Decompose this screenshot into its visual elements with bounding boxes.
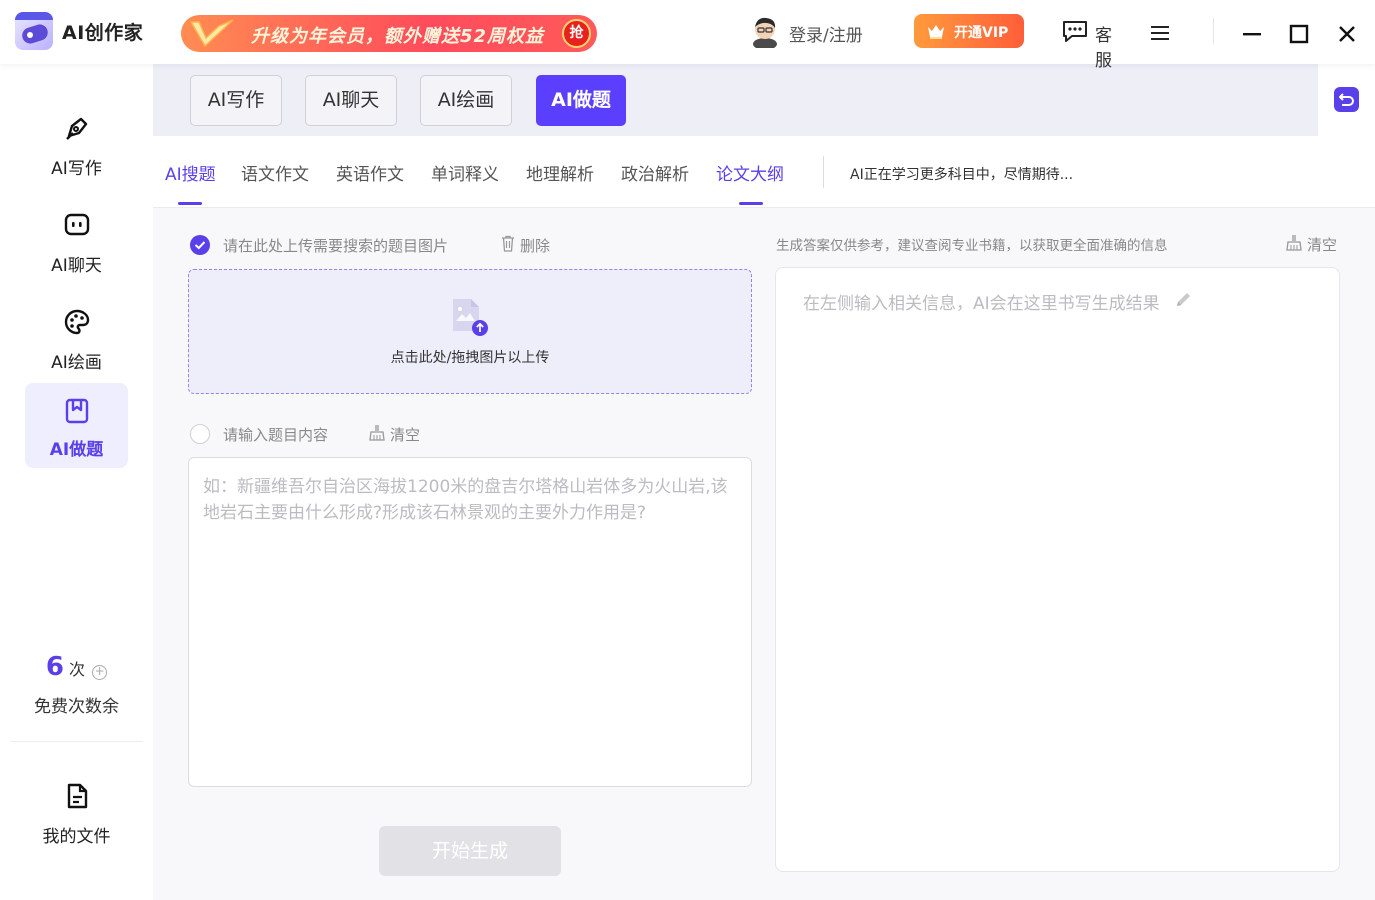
free-count-unit: 次 — [69, 660, 86, 679]
maximize-icon[interactable] — [1287, 22, 1311, 46]
start-generate-button[interactable]: 开始生成 — [379, 826, 561, 876]
result-panel — [775, 267, 1340, 872]
close-icon[interactable] — [1335, 22, 1359, 46]
tab-ai-questions[interactable]: AI做题 — [536, 75, 626, 126]
subtab-chinese-essay[interactable]: 语文作文 — [241, 160, 309, 185]
title-bar: AI创作家 升级为年会员，额外赠送52周权益 抢 登录/注册 开通VIP 客服 — [0, 0, 1375, 71]
broom-icon[interactable] — [1286, 234, 1302, 251]
trash-icon[interactable] — [500, 235, 516, 252]
free-count: 6 次 + — [0, 652, 153, 682]
subtab-ai-search[interactable]: AI搜题 — [165, 160, 216, 185]
tab-ai-painting[interactable]: AI绘画 — [420, 75, 512, 126]
free-count-number: 6 — [45, 652, 64, 682]
sidebar-item-ai-painting[interactable]: AI绘画 — [25, 290, 128, 375]
upload-label: 请在此处上传需要搜索的题目图片 — [223, 237, 449, 255]
hamburger-menu-icon[interactable] — [1150, 24, 1170, 42]
subtab-divider — [823, 156, 824, 188]
chat-bubble-icon — [64, 213, 90, 236]
tab-ai-chat[interactable]: AI聊天 — [305, 75, 397, 126]
text-mode-radio[interactable] — [190, 424, 210, 444]
result-disclaimer: 生成答案仅供参考，建议查阅专业书籍，以获取更全面准确的信息 — [776, 238, 1168, 254]
left-sidebar: AI写作 AI聊天 AI绘画 AI做题 6 次 + 免费次数余 我的文件 — [0, 64, 153, 900]
subtab-active-indicator — [739, 202, 763, 205]
open-vip-button[interactable]: 开通VIP — [914, 14, 1024, 48]
pencil-icon — [1177, 293, 1190, 306]
tab-ai-writing[interactable]: AI写作 — [190, 75, 282, 126]
upload-mode-radio[interactable] — [190, 235, 210, 255]
v-logo-icon — [189, 19, 234, 48]
sidebar-item-ai-writing[interactable]: AI写作 — [25, 96, 128, 181]
sidebar-item-label: AI聊天 — [51, 256, 102, 276]
upload-hint: 点击此处/拖拽图片以上传 — [390, 350, 550, 366]
clear-input-button[interactable]: 清空 — [390, 424, 420, 445]
question-textarea[interactable] — [188, 457, 752, 787]
free-count-label: 免费次数余 — [34, 697, 119, 717]
back-arrow-icon[interactable] — [1334, 87, 1359, 112]
minimize-icon[interactable] — [1240, 22, 1264, 46]
login-register-link[interactable]: 登录/注册 — [789, 21, 863, 46]
add-count-icon[interactable]: + — [92, 665, 108, 680]
user-avatar-icon[interactable] — [751, 16, 779, 48]
subtab-english-essay[interactable]: 英语作文 — [336, 160, 404, 185]
sidebar-item-label: AI做题 — [49, 440, 104, 460]
promo-banner[interactable]: 升级为年会员，额外赠送52周权益 抢 — [181, 15, 597, 52]
palette-icon — [64, 309, 90, 335]
app-name: AI创作家 — [62, 22, 144, 44]
subtab-note: AI正在学习更多科目中，尽情期待... — [850, 167, 1074, 183]
clear-result-button[interactable]: 清空 — [1307, 234, 1337, 255]
promo-text: 升级为年会员，额外赠送52周权益 — [251, 26, 545, 47]
image-upload-icon — [453, 299, 488, 336]
subtab-paper-outline[interactable]: 论文大纲 — [716, 160, 784, 185]
vip-label: 开通VIP — [954, 25, 1009, 41]
bookmark-book-icon — [65, 398, 89, 424]
chat-dots-icon — [1063, 21, 1087, 42]
sidebar-item-label: 我的文件 — [42, 827, 111, 847]
subtab-active-indicator — [178, 202, 202, 205]
subtab-politics[interactable]: 政治解析 — [621, 160, 689, 185]
delete-button[interactable]: 删除 — [520, 235, 550, 256]
result-placeholder: 在左侧输入相关信息，AI会在这里书写生成结果 — [803, 294, 1160, 314]
sidebar-item-label: AI写作 — [51, 159, 102, 179]
service-label: 客服 — [1095, 26, 1112, 71]
promo-grab-badge[interactable]: 抢 — [562, 19, 591, 48]
sidebar-item-my-files[interactable]: 我的文件 — [25, 764, 128, 849]
app-logo-icon — [15, 12, 53, 50]
sidebar-item-ai-chat[interactable]: AI聊天 — [25, 193, 128, 278]
pen-nib-icon — [66, 117, 88, 140]
broom-icon[interactable] — [369, 424, 385, 441]
sidebar-item-label: AI绘画 — [51, 353, 102, 373]
crown-icon — [928, 25, 944, 39]
subtab-geography[interactable]: 地理解析 — [526, 160, 594, 185]
sidebar-divider — [10, 741, 143, 742]
check-icon — [194, 241, 206, 250]
sidebar-item-ai-questions[interactable]: AI做题 — [25, 383, 128, 468]
subtab-word-definition[interactable]: 单词释义 — [431, 160, 499, 185]
title-bar-divider — [1213, 18, 1214, 44]
text-input-label: 请输入题目内容 — [223, 426, 329, 444]
document-icon — [67, 783, 88, 809]
